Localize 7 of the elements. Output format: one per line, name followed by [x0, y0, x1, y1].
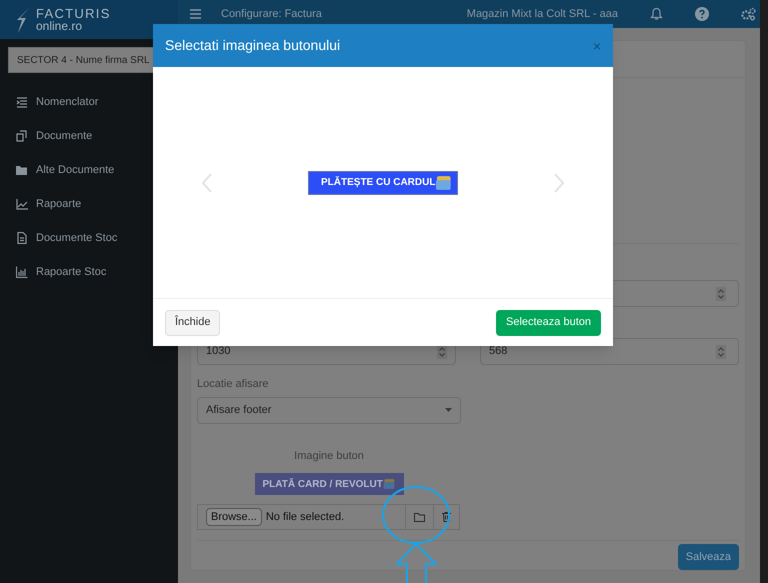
button-image-preview: PLATĂ CARD / REVOLUT [254, 473, 404, 495]
field-label: Imagine buton [294, 448, 364, 464]
logo-text: FACTURIS [36, 7, 111, 20]
logo-subtext: online.ro [36, 20, 84, 32]
field-label: Locatie afisare [197, 377, 269, 392]
page-title: Configurare: Factura [221, 6, 322, 22]
company-name: Magazin Mixt la Colt SRL - aaa [466, 6, 618, 22]
